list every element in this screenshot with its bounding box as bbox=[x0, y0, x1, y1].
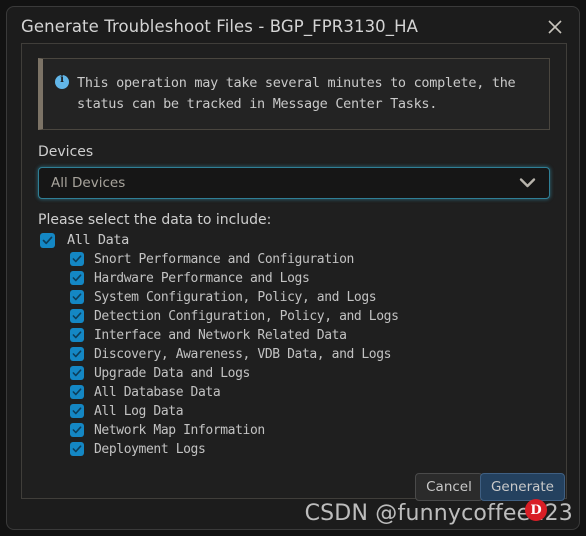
checkbox-label: All Log Data bbox=[94, 403, 184, 419]
checkbox[interactable] bbox=[70, 309, 84, 324]
checkbox-all-data[interactable] bbox=[40, 232, 55, 248]
generate-button[interactable]: Generate bbox=[479, 473, 565, 501]
checkbox[interactable] bbox=[70, 385, 84, 400]
cancel-button[interactable]: Cancel bbox=[415, 473, 483, 501]
checkbox[interactable] bbox=[70, 290, 84, 305]
checkbox[interactable] bbox=[70, 366, 84, 381]
checkbox-label: Network Map Information bbox=[94, 422, 265, 438]
devices-select[interactable]: All Devices bbox=[38, 166, 550, 199]
info-banner: This operation may take several minutes … bbox=[38, 58, 550, 130]
data-checkbox-list: Snort Performance and Configuration Hardw… bbox=[38, 250, 550, 459]
checkbox[interactable] bbox=[70, 271, 84, 286]
checkbox-row[interactable]: Interface and Network Related Data bbox=[38, 326, 550, 345]
checkbox[interactable] bbox=[70, 404, 84, 419]
checkbox[interactable] bbox=[70, 252, 84, 267]
checkbox-row-all-data[interactable]: All Data bbox=[38, 231, 550, 250]
devices-select-value: All Devices bbox=[51, 174, 126, 191]
info-circle-icon bbox=[55, 74, 69, 89]
checkbox-row[interactable]: Discovery, Awareness, VDB Data, and Logs bbox=[38, 345, 550, 364]
checkbox-label: System Configuration, Policy, and Logs bbox=[94, 289, 377, 305]
checkbox-label: Detection Configuration, Policy, and Log… bbox=[94, 308, 399, 324]
checkbox-row[interactable]: Upgrade Data and Logs bbox=[38, 364, 550, 383]
checkbox-label-all-data: All Data bbox=[67, 232, 129, 249]
info-banner-message: This operation may take several minutes … bbox=[77, 75, 516, 112]
checkbox[interactable] bbox=[70, 442, 84, 457]
checkbox[interactable] bbox=[70, 328, 84, 343]
checkbox-label: All Database Data bbox=[94, 384, 221, 400]
checkbox-row[interactable]: All Database Data bbox=[38, 383, 550, 402]
checkbox-row[interactable]: All Log Data bbox=[38, 402, 550, 421]
dialog-footer: Cancel Generate bbox=[7, 473, 579, 529]
checkbox-label: Upgrade Data and Logs bbox=[94, 365, 250, 381]
checkbox-row[interactable]: Network Map Information bbox=[38, 421, 550, 440]
dialog-titlebar: Generate Troubleshoot Files - BGP_FPR313… bbox=[7, 7, 579, 45]
generate-troubleshoot-files-dialog: Generate Troubleshoot Files - BGP_FPR313… bbox=[6, 6, 580, 530]
checkbox-row[interactable]: Deployment Logs bbox=[38, 440, 550, 459]
checkbox-label: Discovery, Awareness, VDB Data, and Logs bbox=[94, 346, 392, 362]
checkbox[interactable] bbox=[70, 423, 84, 438]
checkbox-row[interactable]: Hardware Performance and Logs bbox=[38, 269, 550, 288]
close-icon[interactable] bbox=[543, 15, 567, 39]
dialog-title: Generate Troubleshoot Files - BGP_FPR313… bbox=[21, 16, 419, 36]
checkbox-row[interactable]: Detection Configuration, Policy, and Log… bbox=[38, 307, 550, 326]
data-selection-prompt: Please select the data to include: bbox=[38, 211, 272, 228]
checkbox-label: Snort Performance and Configuration bbox=[94, 251, 354, 267]
devices-label: Devices bbox=[38, 143, 94, 160]
chevron-down-icon bbox=[519, 173, 536, 192]
checkbox-label: Deployment Logs bbox=[94, 441, 206, 457]
checkbox[interactable] bbox=[70, 347, 84, 362]
checkbox-row[interactable]: Snort Performance and Configuration bbox=[38, 250, 550, 269]
checkbox-label: Interface and Network Related Data bbox=[94, 327, 347, 343]
checkbox-label: Hardware Performance and Logs bbox=[94, 270, 310, 286]
checkbox-row[interactable]: System Configuration, Policy, and Logs bbox=[38, 288, 550, 307]
dialog-content-panel: This operation may take several minutes … bbox=[21, 43, 567, 499]
